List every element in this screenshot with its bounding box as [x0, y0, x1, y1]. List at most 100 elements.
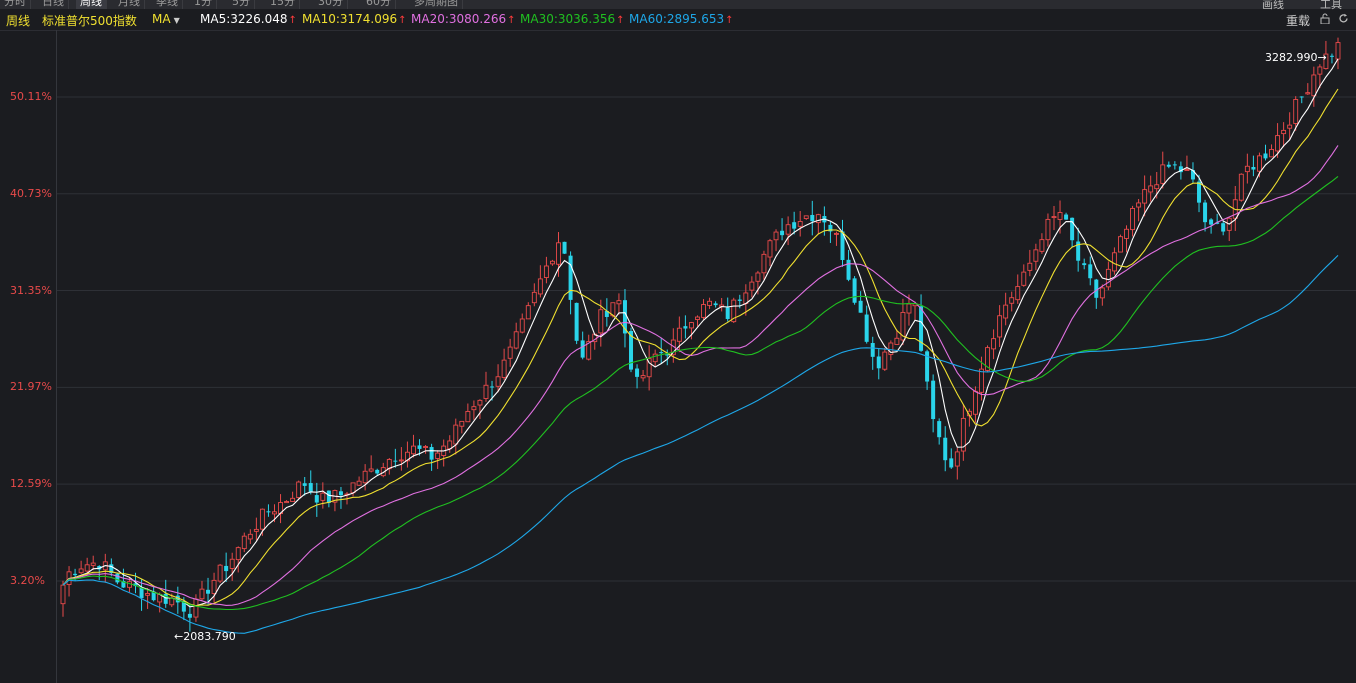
candle-body	[852, 278, 857, 303]
candle-body	[1057, 212, 1063, 220]
candle-body	[314, 495, 319, 503]
candle-body	[224, 565, 229, 572]
candle-body	[695, 316, 700, 320]
candle-body	[876, 356, 881, 369]
candle-body	[477, 399, 483, 406]
tab-5[interactable]: 1分	[190, 0, 217, 9]
candle-body	[1064, 214, 1069, 220]
candle-body	[701, 304, 706, 318]
tab-8[interactable]: 30分	[314, 0, 348, 9]
candle-body	[574, 302, 579, 341]
candle-body	[60, 584, 66, 605]
candle-body	[931, 380, 936, 420]
candle-body	[350, 482, 356, 494]
y-tick-label: 31.35%	[10, 283, 52, 297]
candle-body	[411, 445, 416, 455]
y-tick-label: 12.59%	[10, 477, 52, 491]
candle-body	[688, 322, 694, 329]
candle-body	[471, 406, 477, 411]
candle-body	[773, 231, 779, 241]
candle-body	[785, 224, 791, 235]
candle-body	[1263, 153, 1268, 159]
candle-body	[882, 351, 888, 370]
tab-3[interactable]: 月线	[114, 0, 145, 9]
reload-button[interactable]: 重载	[1286, 12, 1310, 29]
candle-body	[84, 564, 90, 572]
candle-body	[1027, 262, 1033, 271]
tab-1[interactable]: 日线	[38, 0, 69, 9]
tab-2[interactable]: 周线	[76, 0, 107, 9]
up-arrow-icon: ↑	[616, 15, 625, 26]
candle-body	[1099, 287, 1105, 299]
candle-body	[906, 303, 912, 314]
tab-6[interactable]: 5分	[228, 0, 255, 9]
candle-body	[1197, 181, 1202, 203]
high-marker: 3282.990→	[1265, 51, 1327, 64]
candle-body	[780, 230, 785, 236]
candle-body	[211, 579, 217, 594]
candle-body	[537, 278, 543, 295]
candle-body	[1329, 55, 1334, 57]
candle-body	[1105, 268, 1111, 288]
candle-body	[1184, 169, 1190, 172]
refresh-icon[interactable]	[1338, 13, 1349, 27]
candle-body	[1039, 239, 1045, 252]
candle-body	[1033, 249, 1039, 262]
candle-body	[1203, 202, 1208, 223]
tab-0[interactable]: 分时	[0, 0, 31, 9]
candle-body	[1256, 155, 1262, 172]
tab-9[interactable]: 60分	[362, 0, 396, 9]
candle-body	[1148, 185, 1154, 193]
candle-body	[616, 300, 622, 305]
candle-body	[755, 272, 761, 282]
candle-body	[145, 593, 151, 596]
y-tick-label: 3.20%	[10, 574, 45, 587]
candle-body	[1021, 271, 1027, 286]
y-tick-label: 40.73%	[10, 186, 52, 200]
indicator-dropdown[interactable]: MA ▼	[152, 12, 180, 26]
candle-body	[635, 368, 640, 377]
index-name: 标准普尔500指数	[42, 14, 137, 28]
ma-line-ma60	[62, 255, 1339, 634]
candle-body	[846, 259, 851, 280]
candle-body	[115, 573, 120, 583]
candle-body	[507, 346, 513, 359]
candle-body	[217, 564, 223, 582]
candle-body	[241, 535, 247, 550]
y-tick-label: 21.97%	[10, 380, 52, 394]
candle-body	[90, 562, 96, 566]
tab-7[interactable]: 15分	[266, 0, 300, 9]
up-arrow-icon: ↑	[398, 15, 407, 26]
candle-body	[1335, 42, 1341, 60]
lock-icon[interactable]	[1320, 13, 1330, 27]
ma5-value: MA5:3226.048↑	[200, 12, 297, 26]
tab-4[interactable]: 季线	[152, 0, 183, 9]
candle-body	[362, 470, 368, 484]
candle-body	[1172, 164, 1177, 166]
candle-body	[429, 447, 434, 460]
y-axis: 50.11% 40.73% 31.35% 21.97% 12.59% 3.20%	[0, 30, 56, 683]
candle-body	[187, 613, 192, 618]
candle-body	[713, 303, 718, 306]
candle-body	[356, 480, 362, 486]
candlestick-chart	[56, 30, 1356, 683]
candle-body	[253, 528, 259, 532]
candle-body	[193, 598, 199, 618]
candle-body	[1299, 96, 1304, 98]
candle-body	[997, 315, 1003, 338]
up-arrow-icon: ↑	[725, 15, 734, 26]
candle-body	[1287, 124, 1293, 129]
candle-body	[447, 440, 453, 450]
candle-body	[259, 508, 265, 530]
low-marker: ←2083.790	[174, 630, 236, 643]
candle-body	[894, 337, 900, 345]
tab-10[interactable]: 多周期图	[410, 0, 463, 9]
candle-body	[1293, 99, 1299, 124]
candle-body	[302, 483, 307, 486]
up-arrow-icon: ↑	[507, 15, 516, 26]
ma20-value: MA20:3080.266↑	[411, 12, 516, 26]
candle-body	[1045, 218, 1051, 241]
candle-body	[749, 281, 755, 291]
candle-body	[943, 437, 948, 461]
candle-body	[803, 215, 809, 219]
